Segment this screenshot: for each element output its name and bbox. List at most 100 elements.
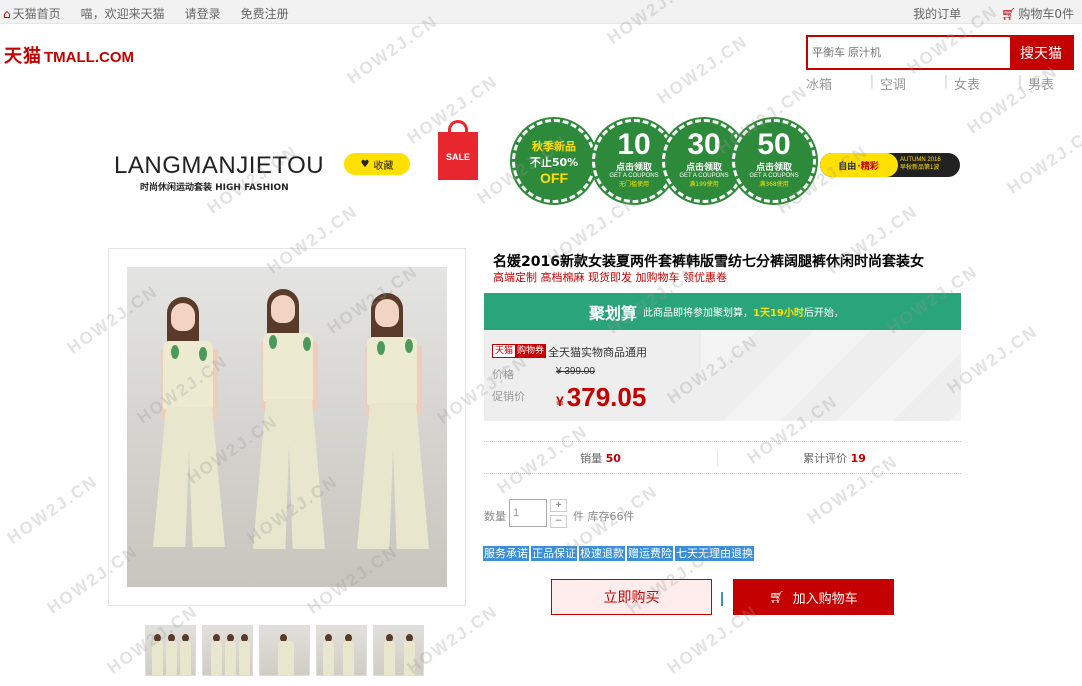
promise-item: 正品保证 xyxy=(531,546,577,561)
thumbnail[interactable] xyxy=(373,625,424,676)
hotword-link[interactable]: 男表 xyxy=(1028,74,1082,93)
thumb-figure xyxy=(225,641,236,675)
leaf-print xyxy=(171,345,179,359)
model-head xyxy=(375,299,399,327)
model-pants xyxy=(357,403,429,549)
juhuasuan-name: 聚划算 xyxy=(589,303,638,323)
coupon-50[interactable]: 50 点击领取 GET A COUPONS 满368使用 xyxy=(732,119,816,203)
tmall-tag: 天猫 xyxy=(492,344,517,358)
my-orders-link[interactable]: 我的订单 xyxy=(913,5,961,22)
model-pants xyxy=(153,407,225,547)
sales-value: 50 xyxy=(605,451,621,465)
promo-price-label: 促销价 xyxy=(492,390,525,403)
price-box-pattern xyxy=(701,330,961,421)
shop-banner: LANGMANJIETOU 时尚休闲运动套装 HIGH FASHION ♥ 收藏… xyxy=(108,115,964,215)
product-photo[interactable] xyxy=(127,267,447,587)
watermark: HOW2J.CN xyxy=(1003,121,1082,198)
stock-text: 件 库存66件 xyxy=(573,510,635,523)
thumb-figure xyxy=(152,641,163,675)
thumbnail[interactable] xyxy=(259,625,310,676)
thumbnail-strip xyxy=(145,625,424,676)
promise-item: 极速退款 xyxy=(579,546,625,561)
watermark: HOW2J.CN xyxy=(653,31,752,108)
pill-text-c: AUTUMN 2016 xyxy=(900,157,941,163)
sales-label: 销量 xyxy=(580,451,603,465)
search-button[interactable]: 搜天猫 xyxy=(1010,37,1072,68)
favorite-label: 收藏 xyxy=(373,160,394,172)
pill-text-a: 自由 xyxy=(838,161,857,172)
top-bar: ⌂ 天猫首页 喵，欢迎来天猫 请登录 免费注册 我的订单 🛒︎ 购物车0件 xyxy=(0,0,1082,24)
price-box: 天猫 购物券 全天猫实物商品通用 价格 ¥ 399.00 促销价 ¥379.05 xyxy=(484,330,961,421)
promo-price: ¥379.05 xyxy=(556,382,646,413)
thumb-figure xyxy=(211,641,222,675)
coupon-condition: 满368使用 xyxy=(759,181,789,188)
coupon-action: 点击领取 xyxy=(755,163,792,173)
review-count[interactable]: 累计评价 19 xyxy=(718,450,951,466)
cart-label: 购物车0件 xyxy=(1018,7,1074,21)
hotword-link[interactable]: 女表 xyxy=(954,74,1012,93)
quantity-decrease-button[interactable]: − xyxy=(550,515,567,528)
brand-name: LANGMANJIETOU xyxy=(114,152,325,179)
leaf-print xyxy=(377,341,385,355)
hotword-separator: | xyxy=(1017,74,1023,89)
juhuasuan-text-after: 后开始， xyxy=(803,308,844,319)
pill-caption: AUTUMN 2016 早秋新品第1波 xyxy=(900,156,941,172)
coupon-condition: 无门槛使用 xyxy=(618,181,649,188)
autumn-pill: 自由 ·精彩 AUTUMN 2016 早秋新品第1波 xyxy=(820,153,960,177)
cart-link[interactable]: 🛒︎ 购物车0件 xyxy=(981,5,1074,22)
autumn-promo-badge: 秋季新品 不止50% OFF xyxy=(512,119,596,203)
quantity-label: 数量 xyxy=(484,510,506,523)
thumb-figure xyxy=(323,641,334,675)
hotword-link[interactable]: 冰箱 xyxy=(806,74,864,93)
juhuasuan-text-before: 此商品即将参加聚划算， xyxy=(643,308,754,319)
logo-en: TMALL.COM xyxy=(44,49,134,66)
button-divider xyxy=(721,592,723,606)
service-promises: 服务承诺 正品保证 极速退款 赠运费险 七天无理由退换 xyxy=(483,546,756,561)
heart-icon: ♥ xyxy=(360,158,370,170)
promise-item: 七天无理由退换 xyxy=(675,546,754,561)
thumb-figure xyxy=(239,641,250,675)
reviews-label: 累计评价 xyxy=(803,451,848,465)
thumb-figure xyxy=(180,641,191,675)
coupon-amount: 50 xyxy=(757,128,791,161)
cart-icon: 🛒︎ xyxy=(1001,7,1017,21)
search-bar: 搜天猫 xyxy=(806,35,1074,70)
leaf-print xyxy=(303,337,311,351)
watermark: HOW2J.CN xyxy=(3,471,102,548)
model-head xyxy=(171,303,195,331)
brand-subtitle: 时尚休闲运动套装 HIGH FASHION xyxy=(140,183,289,193)
sale-bag-icon: SALE xyxy=(438,120,480,184)
buy-now-button[interactable]: 立即购买 xyxy=(551,579,712,615)
home-label: 天猫首页 xyxy=(12,7,61,21)
model-pants xyxy=(253,399,325,549)
welcome-text: 喵，欢迎来天猫 xyxy=(80,7,165,21)
promo-price-value: 379.05 xyxy=(566,382,647,412)
register-link[interactable]: 免费注册 xyxy=(241,5,289,22)
leaf-print xyxy=(269,335,277,349)
model-head xyxy=(271,295,295,323)
favorite-button[interactable]: ♥ 收藏 xyxy=(344,153,410,175)
home-link[interactable]: ⌂ 天猫首页 xyxy=(3,5,61,22)
juhuasuan-countdown: 1天19小时 xyxy=(753,308,804,319)
juhuasuan-banner: 聚划算 此商品即将参加聚划算， 1天19小时 后开始， xyxy=(484,293,961,330)
thumbnail[interactable] xyxy=(145,625,196,676)
quantity-input[interactable] xyxy=(509,499,547,527)
home-icon: ⌂ xyxy=(3,6,11,21)
thumb-figure xyxy=(166,641,177,675)
quantity-increase-button[interactable]: + xyxy=(550,499,567,512)
thumb-figure xyxy=(384,641,395,675)
sale-label: SALE xyxy=(445,152,470,162)
thumbnail[interactable] xyxy=(316,625,367,676)
thumbnail[interactable] xyxy=(202,625,253,676)
add-cart-label: 加入购物车 xyxy=(792,591,858,607)
tmall-logo[interactable]: 天猫 TMALL.COM xyxy=(4,42,134,68)
search-input[interactable] xyxy=(808,37,1010,68)
promo-line1: 秋季新品 xyxy=(532,140,576,153)
pill-text-d: 早秋新品第1波 xyxy=(900,165,940,171)
login-link[interactable]: 请登录 xyxy=(185,5,221,22)
original-price: ¥ 399.00 xyxy=(556,366,595,377)
leaf-print xyxy=(199,347,207,361)
hotword-link[interactable]: 空调 xyxy=(880,74,938,93)
add-to-cart-button[interactable]: 🛒︎ 加入购物车 xyxy=(733,579,894,615)
thumb-figure xyxy=(278,641,294,675)
